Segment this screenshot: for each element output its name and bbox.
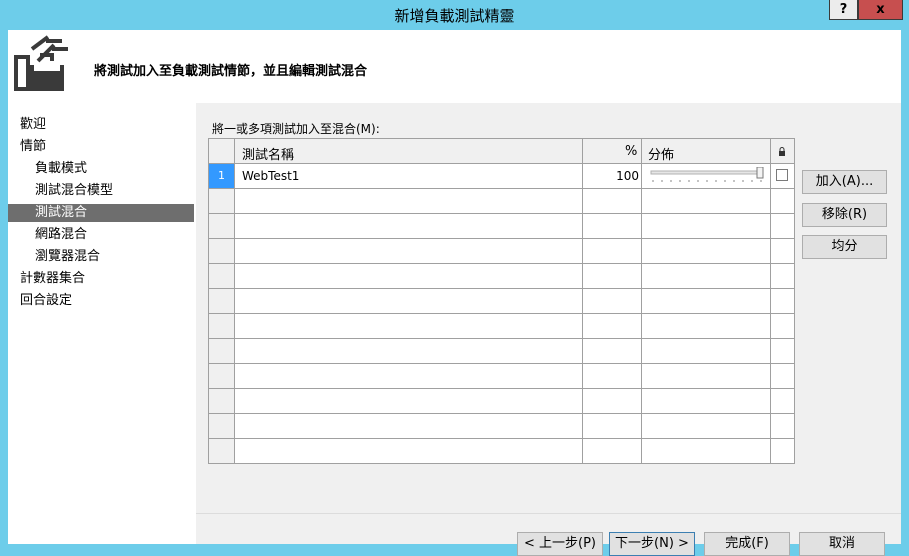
row-header[interactable] [209,339,234,363]
sidebar-item-load-pattern[interactable]: 負載模式 [8,160,194,178]
sidebar-item-test-mix-model[interactable]: 測試混合模型 [8,182,194,200]
empty-table-row[interactable] [209,289,794,314]
test-name-cell[interactable]: WebTest1 [242,169,299,183]
wizard-main-panel: 將一或多項測試加入至混合(M): 測試名稱 % 分佈 1 WebTest1 100 [196,103,901,556]
empty-table-row[interactable] [209,389,794,414]
empty-table-row[interactable] [209,414,794,439]
column-header-percent[interactable]: % [625,144,637,159]
close-button[interactable]: x [858,0,903,20]
wizard-window: 新增負載測試精靈 ? x 將測試加入至負載測試情節，並且編輯測試混合 歡迎 情節… [0,0,909,556]
slider-thumb [756,167,764,179]
row-header[interactable] [209,414,234,438]
wizard-step-description: 將測試加入至負載測試情節，並且編輯測試混合 [94,64,368,79]
slider-track [650,170,764,175]
empty-table-row[interactable] [209,364,794,389]
empty-table-row[interactable] [209,189,794,214]
remove-test-button[interactable]: 移除(R) [802,203,887,227]
wizard-client-area: 將測試加入至負載測試情節，並且編輯測試混合 歡迎 情節 負載模式 測試混合模型 … [8,30,901,556]
row-header[interactable] [209,314,234,338]
row-header[interactable] [209,239,234,263]
window-title: 新增負載測試精靈 [394,7,515,25]
row-header[interactable] [209,364,234,388]
next-button[interactable]: 下一步(N) > [609,532,695,556]
finish-button[interactable]: 完成(F) [704,532,790,556]
empty-table-row[interactable] [209,439,794,464]
distribute-evenly-button[interactable]: 均分 [802,235,887,259]
grid-header-row: 測試名稱 % 分佈 [209,139,794,164]
column-header-test-name[interactable]: 測試名稱 [242,144,294,163]
sidebar-item-test-mix[interactable]: 測試混合 [8,204,194,222]
column-divider [770,139,771,463]
row-header[interactable] [209,289,234,313]
lock-icon [779,147,785,156]
table-row[interactable]: 1 WebTest1 100 [209,164,794,189]
test-mix-grid[interactable]: 測試名稱 % 分佈 1 WebTest1 100 [208,138,795,464]
sidebar-item-network-mix[interactable]: 網路混合 [8,226,194,244]
empty-table-row[interactable] [209,214,794,239]
cancel-button[interactable]: 取消 [799,532,885,556]
row-header[interactable] [209,214,234,238]
column-divider [641,139,642,463]
row-header[interactable]: 1 [209,164,234,188]
percent-cell[interactable]: 100 [583,169,639,183]
column-header-distribution[interactable]: 分佈 [648,144,674,163]
distribution-slider[interactable] [649,167,767,185]
load-test-add-icon [14,35,68,91]
sidebar-item-scenario[interactable]: 情節 [8,138,194,156]
empty-table-row[interactable] [209,264,794,289]
sidebar-item-run-settings[interactable]: 回合設定 [8,292,194,310]
wizard-sidebar: 歡迎 情節 負載模式 測試混合模型 測試混合 網路混合 瀏覽器混合 計數器集合 … [8,103,196,544]
empty-table-row[interactable] [209,339,794,364]
empty-table-row[interactable] [209,314,794,339]
title-bar[interactable]: 新增負載測試精靈 ? x [0,0,909,30]
sidebar-item-counter-sets[interactable]: 計數器集合 [8,270,194,288]
lock-checkbox[interactable] [776,169,788,181]
wizard-header: 將測試加入至負載測試情節，並且編輯測試混合 [8,30,901,103]
column-divider [234,139,235,463]
row-header[interactable] [209,389,234,413]
sidebar-item-browser-mix[interactable]: 瀏覽器混合 [8,248,194,266]
row-header[interactable] [209,439,234,463]
sidebar-item-welcome[interactable]: 歡迎 [8,116,194,134]
previous-button[interactable]: < 上一步(P) [517,532,603,556]
test-mix-grid-label: 將一或多項測試加入至混合(M): [212,122,380,136]
add-test-button[interactable]: 加入(A)... [802,170,887,194]
empty-table-row[interactable] [209,239,794,264]
row-header[interactable] [209,264,234,288]
footer-divider [196,513,901,514]
help-button[interactable]: ? [829,0,858,20]
row-header[interactable] [209,189,234,213]
column-divider [582,139,583,463]
